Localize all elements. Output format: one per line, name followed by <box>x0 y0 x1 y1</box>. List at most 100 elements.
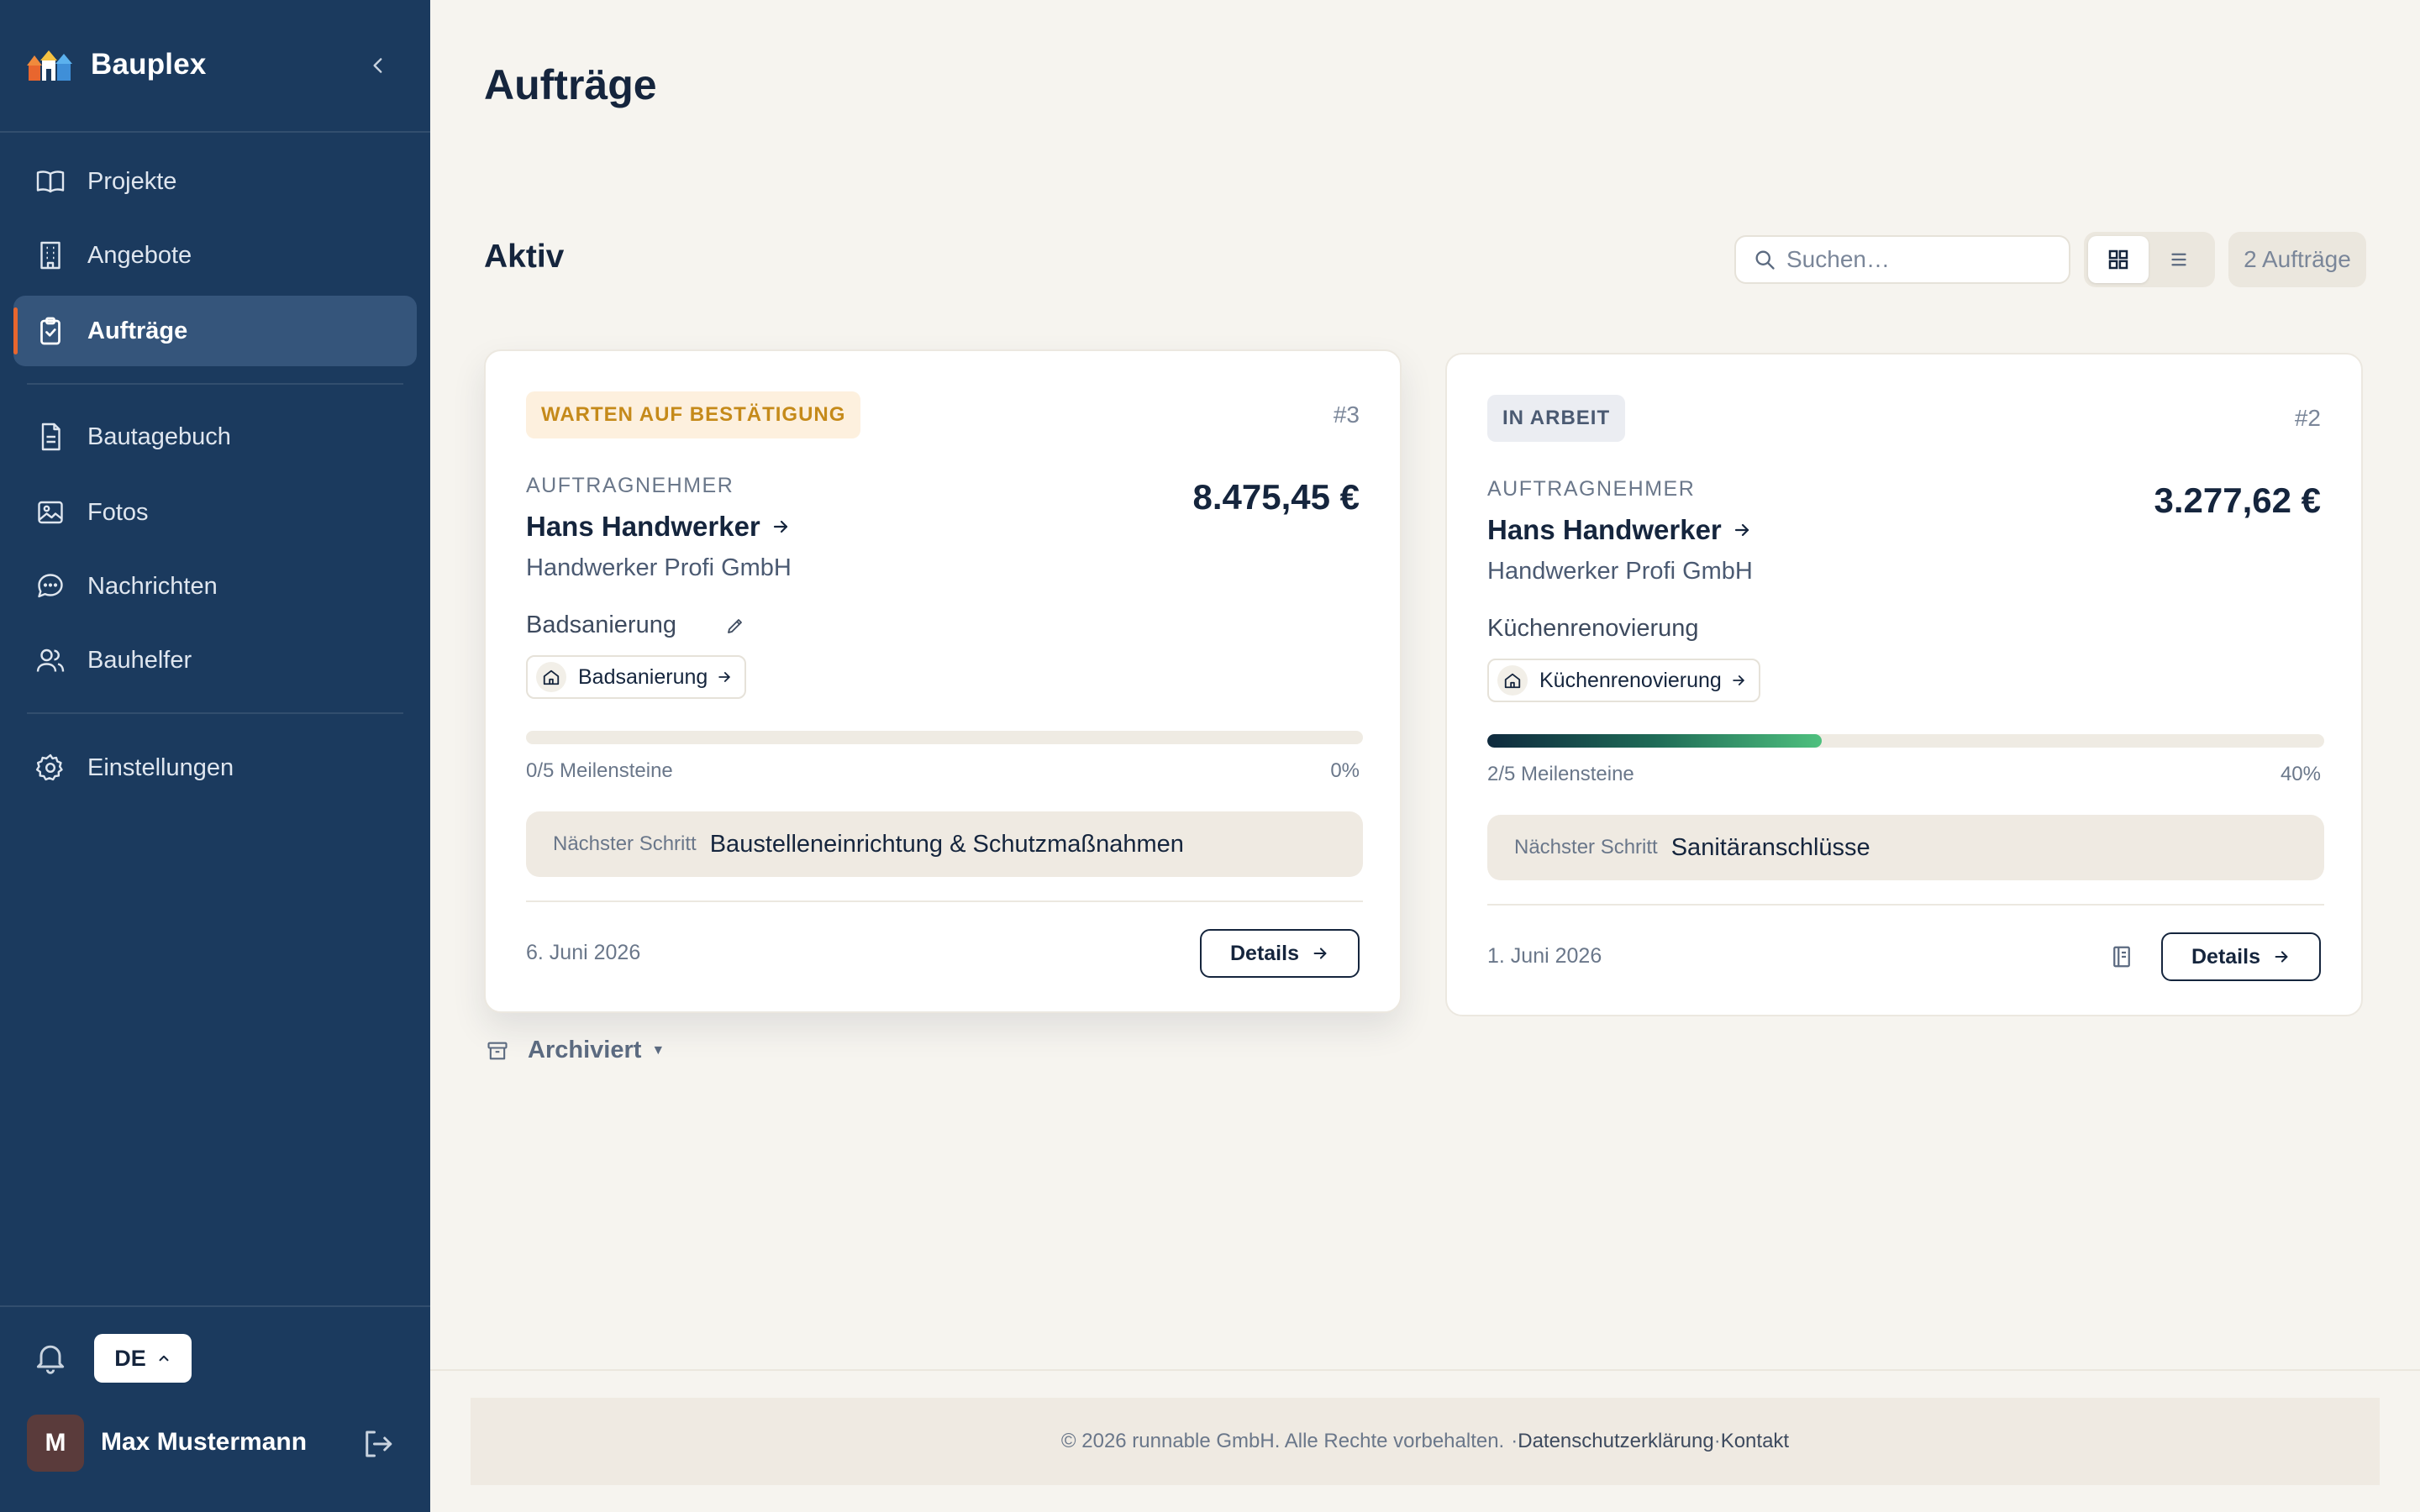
collapse-sidebar-button[interactable] <box>361 49 395 82</box>
order-amount: 3.277,62 € <box>2154 480 2321 520</box>
contractor-link[interactable]: Hans Handwerker <box>1487 514 1752 546</box>
next-step-label: Nächster Schritt <box>1514 836 1658 858</box>
status-badge: IN ARBEIT <box>1487 395 1626 442</box>
archived-label: Archiviert <box>528 1037 642 1063</box>
view-toggle <box>2084 232 2215 287</box>
sidebar-item-label: Einstellungen <box>87 753 234 781</box>
contact-link[interactable]: Kontakt <box>1721 1430 1789 1453</box>
next-step-value: Baustelleneinrichtung & Schutzmaßnahmen <box>709 830 1184 858</box>
sidebar: Bauplex Projekte Angebote Aufträge Bauta… <box>0 0 430 1512</box>
footer-separator: · <box>1713 1430 1721 1452</box>
grid-view-button[interactable] <box>2088 236 2149 283</box>
page-title: Aufträge <box>484 61 657 108</box>
sidebar-divider <box>27 712 403 714</box>
company-name: Handwerker Profi GmbH <box>1487 558 1753 585</box>
search-icon <box>1755 250 1775 270</box>
gear-icon <box>35 753 63 781</box>
details-button[interactable]: Details <box>1200 929 1360 978</box>
arrow-right-icon <box>773 520 787 533</box>
user-name: Max Mustermann <box>101 1428 308 1456</box>
copyright-text: © 2026 runnable GmbH. Alle Rechte vorbeh… <box>1060 1430 1505 1452</box>
logout-icon[interactable] <box>360 1426 395 1462</box>
sidebar-item-angebote[interactable]: Angebote <box>13 220 417 291</box>
chevron-left-icon <box>373 58 382 73</box>
footer-separator: · <box>1511 1430 1518 1452</box>
sidebar-item-label: Aufträge <box>87 317 188 344</box>
language-label: DE <box>114 1345 146 1371</box>
order-card: IN ARBEIT #2 AUFTRAGNEHMER Hans Handwerk… <box>1445 353 2363 1016</box>
next-step-box: Nächster Schritt Baustelleneinrichtung &… <box>526 811 1363 877</box>
contractor-name: Hans Handwerker <box>526 511 760 542</box>
milestone-count: 2/5 Meilensteine <box>1487 763 1634 785</box>
home-icon-wrap <box>536 662 566 692</box>
bauplex-logo <box>27 50 72 81</box>
brand[interactable]: Bauplex <box>27 45 207 84</box>
sidebar-item-fotos[interactable]: Fotos <box>13 477 417 548</box>
users-icon <box>36 648 65 672</box>
document-icon <box>41 423 60 451</box>
contractor-name: Hans Handwerker <box>1487 514 1722 545</box>
sidebar-item-label: Nachrichten <box>87 572 218 600</box>
order-date: 1. Juni 2026 <box>1487 944 1602 968</box>
sidebar-item-label: Angebote <box>87 241 192 269</box>
status-badge: WARTEN AUF BESTÄTIGUNG <box>526 391 861 438</box>
project-tag-link[interactable]: Küchenrenovierung <box>1487 659 1760 702</box>
footer-divider <box>430 1369 2420 1371</box>
sidebar-item-label: Bautagebuch <box>87 423 231 450</box>
list-view-button[interactable] <box>2149 236 2209 283</box>
progress-fill <box>1487 734 1823 748</box>
milestone-progress-bar <box>526 731 1363 744</box>
image-icon <box>38 501 63 524</box>
grid-icon <box>2108 249 2128 270</box>
footer: © 2026 runnable GmbH. Alle Rechte vorbeh… <box>471 1398 2380 1485</box>
company-name: Handwerker Profi GmbH <box>526 554 792 581</box>
home-icon-wrap <box>1497 665 1528 696</box>
sidebar-divider <box>0 131 430 133</box>
card-divider <box>1487 904 2324 906</box>
pencil-icon[interactable] <box>725 616 745 636</box>
next-step-box: Nächster Schritt Sanitäranschlüsse <box>1487 815 2324 880</box>
sidebar-item-nachrichten[interactable]: Nachrichten <box>13 551 417 622</box>
avatar[interactable]: M <box>27 1415 84 1472</box>
app-name: Bauplex <box>91 48 207 81</box>
milestone-progress-bar <box>1487 734 2324 748</box>
next-step-value: Sanitäranschlüsse <box>1670 833 1870 861</box>
project-tag-link[interactable]: Badsanierung <box>526 655 747 699</box>
sidebar-item-einstellungen[interactable]: Einstellungen <box>13 732 417 803</box>
language-selector[interactable]: DE <box>94 1334 192 1383</box>
chevron-up-icon <box>159 1355 169 1362</box>
search-input[interactable] <box>1786 246 2055 273</box>
order-card: WARTEN AUF BESTÄTIGUNG #3 AUFTRAGNEHMER … <box>484 349 1402 1013</box>
project-title: Badsanierung <box>526 612 745 639</box>
search-box[interactable] <box>1734 235 2070 284</box>
sidebar-item-projekte[interactable]: Projekte <box>13 146 417 217</box>
home-icon <box>1504 673 1521 689</box>
arrow-right-icon <box>2275 951 2288 963</box>
project-title: Küchenrenovierung <box>1487 615 1699 643</box>
sidebar-item-bauhelfer[interactable]: Bauhelfer <box>13 625 417 696</box>
project-title-text: Küchenrenovierung <box>1487 615 1699 642</box>
details-label: Details <box>2191 944 2260 969</box>
sidebar-divider <box>0 1305 430 1307</box>
sidebar-item-auftraege[interactable]: Aufträge <box>13 296 417 366</box>
order-number: #2 <box>2294 405 2321 431</box>
logbook-icon[interactable] <box>2109 944 2134 969</box>
milestone-count: 0/5 Meilensteine <box>526 759 673 782</box>
archive-box-icon <box>487 1042 508 1059</box>
archived-toggle[interactable]: Archiviert ▼ <box>486 1037 665 1064</box>
order-date: 6. Juni 2026 <box>526 941 641 964</box>
contractor-link[interactable]: Hans Handwerker <box>526 511 791 543</box>
arrow-right-icon <box>1733 675 1744 685</box>
bell-icon[interactable] <box>32 1339 69 1376</box>
next-step-label: Nächster Schritt <box>553 832 697 855</box>
contractor-label: AUFTRAGNEHMER <box>1487 477 1696 501</box>
details-button[interactable]: Details <box>2161 932 2321 981</box>
milestone-percent: 0% <box>1330 759 1360 782</box>
project-tag-label: Küchenrenovierung <box>1539 668 1722 692</box>
building-icon <box>40 241 60 270</box>
order-amount: 8.475,45 € <box>1192 477 1360 517</box>
sidebar-item-bautagebuch[interactable]: Bautagebuch <box>13 402 417 472</box>
card-divider <box>526 900 1363 902</box>
project-tag-label: Badsanierung <box>578 664 708 689</box>
privacy-link[interactable]: Datenschutzerklärung <box>1518 1430 1713 1453</box>
